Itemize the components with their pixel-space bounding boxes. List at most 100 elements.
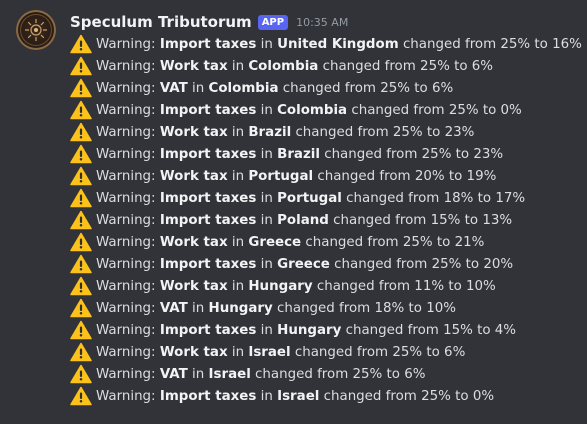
warning-icon: [70, 34, 92, 54]
warning-line: Warning: Import taxes in Brazil changed …: [70, 143, 587, 165]
avatar[interactable]: [16, 10, 56, 50]
warning-prefix: Warning:: [96, 80, 156, 96]
in-word: in: [231, 58, 245, 74]
warning-icon: [70, 386, 92, 406]
warning-prefix: Warning:: [96, 190, 156, 206]
in-word: in: [260, 256, 273, 272]
warning-icon: [70, 342, 92, 362]
warning-prefix: Warning:: [96, 344, 156, 360]
warning-line: Warning: Import taxes in Poland changed …: [70, 209, 587, 231]
change-text: changed from 25% to 6%: [322, 58, 494, 74]
country-name: Greece: [248, 234, 302, 250]
sun-emblem-icon: [25, 19, 47, 41]
warning-icon: [70, 100, 92, 120]
in-word: in: [231, 168, 245, 184]
warning-icon: [70, 144, 92, 164]
warning-line: Warning: Work tax in Greece changed from…: [70, 231, 587, 253]
change-text: changed from 25% to 0%: [323, 388, 495, 404]
timestamp[interactable]: 10:35 AM: [296, 16, 348, 29]
in-word: in: [192, 80, 205, 96]
warning-line: Warning: Import taxes in Hungary changed…: [70, 319, 587, 341]
country-name: Poland: [277, 212, 329, 228]
country-name: Israel: [248, 344, 291, 360]
country-name: Israel: [208, 366, 251, 382]
warning-prefix: Warning:: [96, 322, 156, 338]
in-word: in: [260, 36, 273, 52]
tax-type: Work tax: [159, 234, 228, 250]
country-name: Brazil: [248, 124, 292, 140]
warning-line: Warning: VAT in Hungary changed from 18%…: [70, 297, 587, 319]
warning-icon: [70, 254, 92, 274]
warning-icon: [70, 298, 92, 318]
in-word: in: [192, 300, 205, 316]
country-name: Colombia: [208, 80, 279, 96]
warning-line: Warning: Import taxes in United Kingdom …: [70, 33, 587, 55]
change-text: changed from 25% to 6%: [282, 80, 454, 96]
warning-line: Warning: Import taxes in Colombia change…: [70, 99, 587, 121]
tax-type: Import taxes: [159, 212, 257, 228]
tax-type: VAT: [159, 80, 188, 96]
tax-type: Import taxes: [159, 146, 257, 162]
message-header: Speculum Tributorum APP 10:35 AM: [70, 11, 348, 33]
change-text: changed from 15% to 4%: [345, 322, 517, 338]
warning-prefix: Warning:: [96, 36, 156, 52]
tax-type: VAT: [159, 300, 188, 316]
warning-icon: [70, 78, 92, 98]
change-text: changed from 18% to 10%: [277, 300, 456, 316]
change-text: changed from 25% to 6%: [294, 344, 466, 360]
country-name: Israel: [277, 388, 320, 404]
country-name: Colombia: [248, 58, 319, 74]
warning-line: Warning: VAT in Colombia changed from 25…: [70, 77, 587, 99]
tax-type: Work tax: [159, 278, 228, 294]
tax-type: Work tax: [159, 344, 228, 360]
warning-line: Warning: Work tax in Brazil changed from…: [70, 121, 587, 143]
warning-prefix: Warning:: [96, 366, 156, 382]
warning-prefix: Warning:: [96, 300, 156, 316]
tax-type: Import taxes: [159, 36, 257, 52]
warning-prefix: Warning:: [96, 168, 156, 184]
warning-prefix: Warning:: [96, 212, 156, 228]
warning-icon: [70, 56, 92, 76]
app-badge: APP: [257, 14, 289, 30]
warning-prefix: Warning:: [96, 388, 156, 404]
warning-prefix: Warning:: [96, 58, 156, 74]
tax-type: VAT: [159, 366, 188, 382]
in-word: in: [192, 366, 205, 382]
in-word: in: [260, 322, 273, 338]
change-text: changed from 25% to 20%: [334, 256, 514, 272]
tax-type: Import taxes: [159, 322, 257, 338]
change-text: changed from 25% to 0%: [351, 102, 522, 118]
in-word: in: [231, 124, 245, 140]
country-name: Portugal: [277, 190, 342, 206]
country-name: Hungary: [248, 278, 313, 294]
author-name[interactable]: Speculum Tributorum: [70, 13, 252, 31]
in-word: in: [260, 388, 273, 404]
tax-type: Import taxes: [159, 256, 257, 272]
tax-type: Import taxes: [159, 190, 257, 206]
country-name: Greece: [277, 256, 330, 272]
warning-prefix: Warning:: [96, 278, 156, 294]
message-content: Warning: Import taxes in United Kingdom …: [70, 33, 587, 407]
in-word: in: [260, 212, 273, 228]
warning-line: Warning: Import taxes in Israel changed …: [70, 385, 587, 407]
change-text: changed from 25% to 16%: [402, 36, 582, 52]
warning-prefix: Warning:: [96, 146, 156, 162]
in-word: in: [260, 146, 273, 162]
warning-icon: [70, 122, 92, 142]
tax-type: Import taxes: [159, 102, 257, 118]
warning-icon: [70, 320, 92, 340]
in-word: in: [260, 190, 273, 206]
in-word: in: [260, 102, 273, 118]
country-name: Brazil: [277, 146, 320, 162]
change-text: changed from 18% to 17%: [346, 190, 526, 206]
warning-line: Warning: Work tax in Portugal changed fr…: [70, 165, 587, 187]
warning-line: Warning: Import taxes in Greece changed …: [70, 253, 587, 275]
tax-type: Work tax: [159, 124, 228, 140]
country-name: United Kingdom: [277, 36, 399, 52]
in-word: in: [231, 278, 245, 294]
warning-prefix: Warning:: [96, 124, 156, 140]
change-text: changed from 25% to 23%: [324, 146, 504, 162]
country-name: Hungary: [208, 300, 273, 316]
warning-line: Warning: Work tax in Israel changed from…: [70, 341, 587, 363]
change-text: changed from 25% to 6%: [255, 366, 426, 382]
